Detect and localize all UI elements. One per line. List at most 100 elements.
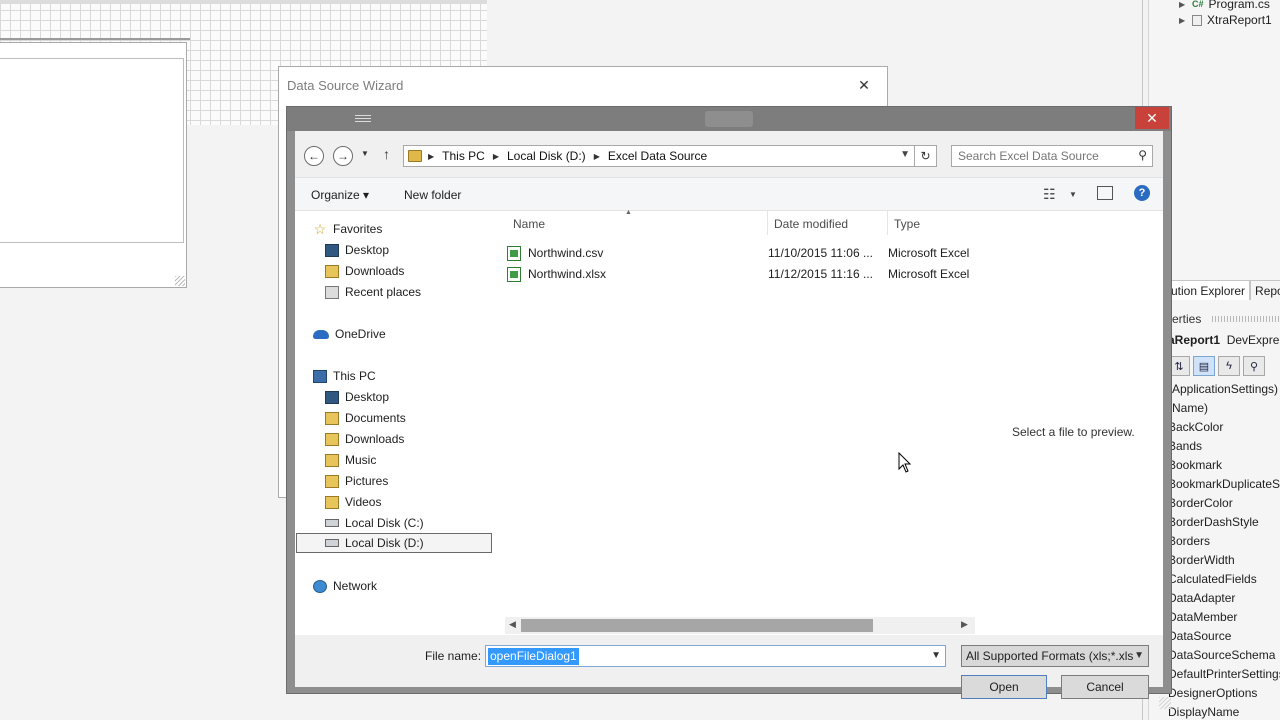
- address-dropdown-icon[interactable]: ▼: [900, 149, 910, 160]
- column-header-type[interactable]: Type: [894, 217, 920, 231]
- file-name-combobox[interactable]: openFileDialog1 ▼: [485, 645, 946, 667]
- file-row[interactable]: Northwind.csv 11/10/2015 11:06 ... Micro…: [505, 243, 975, 263]
- property-row[interactable]: BorderWidth: [1168, 551, 1280, 570]
- recent-locations-button[interactable]: ▼: [361, 149, 369, 158]
- nav-pc-downloads[interactable]: Downloads: [325, 429, 404, 449]
- file-date: 11/10/2015 11:06 ...: [768, 246, 873, 260]
- dialog-close-button[interactable]: ✕: [1135, 107, 1169, 129]
- events-icon[interactable]: ϟ: [1218, 356, 1240, 376]
- property-row[interactable]: BorderColor: [1168, 494, 1280, 513]
- nav-label: Pictures: [345, 474, 389, 488]
- preview-message: Select a file to preview.: [1012, 425, 1135, 439]
- tree-item-label: XtraReport1: [1207, 13, 1272, 27]
- nav-fav-downloads[interactable]: Downloads: [325, 261, 404, 281]
- nav-network[interactable]: Network: [313, 576, 377, 596]
- tree-item-program[interactable]: ▶ C# Program.cs: [1179, 0, 1272, 12]
- breadcrumb-this-pc[interactable]: This PC: [442, 149, 485, 163]
- column-divider[interactable]: [887, 211, 888, 235]
- property-row[interactable]: Bookmark: [1168, 456, 1280, 475]
- property-row[interactable]: BookmarkDuplicateSu: [1168, 475, 1280, 494]
- nav-pc-local-disk-c[interactable]: Local Disk (C:): [325, 513, 424, 533]
- nav-pc-music[interactable]: Music: [325, 450, 376, 470]
- column-header-date-modified[interactable]: Date modified: [774, 217, 848, 231]
- chevron-down-icon[interactable]: ▼: [931, 650, 941, 661]
- chevron-right-icon[interactable]: ▶: [428, 152, 434, 161]
- property-row[interactable]: BorderDashStyle: [1168, 513, 1280, 532]
- nav-onedrive[interactable]: OneDrive: [313, 324, 386, 344]
- nav-fav-desktop[interactable]: Desktop: [325, 240, 389, 260]
- resize-grip-icon[interactable]: [175, 276, 185, 286]
- new-folder-button[interactable]: New folder: [404, 188, 461, 202]
- property-row[interactable]: DataSource: [1168, 627, 1280, 646]
- properties-icon[interactable]: ▤: [1193, 356, 1215, 376]
- property-row[interactable]: DefaultPrinterSettings: [1168, 665, 1280, 684]
- tab-solution-explorer[interactable]: ution Explorer: [1166, 280, 1251, 300]
- file-name-input[interactable]: openFileDialog1: [488, 648, 579, 665]
- expand-arrow-icon[interactable]: ▶: [1179, 0, 1187, 9]
- back-button[interactable]: ←: [304, 146, 324, 166]
- dialog-titlebar[interactable]: ✕: [287, 107, 1171, 131]
- scrollbar-thumb[interactable]: [521, 619, 873, 632]
- file-type-select[interactable]: All Supported Formats (xls;*.xls ▼: [961, 645, 1149, 667]
- preview-pane-icon[interactable]: [1097, 186, 1113, 200]
- organize-button[interactable]: Organize ▾: [311, 188, 369, 202]
- property-row[interactable]: Borders: [1168, 532, 1280, 551]
- horizontal-scrollbar[interactable]: ◀ ▶: [505, 617, 975, 634]
- nav-fav-recent-places[interactable]: Recent places: [325, 282, 421, 302]
- resize-grip-icon[interactable]: [1159, 697, 1171, 709]
- nav-pc-local-disk-d[interactable]: Local Disk (D:): [296, 533, 492, 553]
- address-bar[interactable]: ▶ This PC ▶ Local Disk (D:) ▶ Excel Data…: [403, 145, 915, 167]
- nav-pc-desktop[interactable]: Desktop: [325, 387, 389, 407]
- nav-pc-documents[interactable]: Documents: [325, 408, 406, 428]
- scroll-right-icon[interactable]: ▶: [961, 619, 968, 630]
- property-row[interactable]: DataSourceSchema: [1168, 646, 1280, 665]
- chevron-right-icon[interactable]: ▶: [594, 152, 600, 161]
- arrow-left-icon: ←: [308, 149, 320, 163]
- cancel-button[interactable]: Cancel: [1061, 675, 1149, 699]
- property-pages-icon[interactable]: ⚲: [1243, 356, 1265, 376]
- column-divider[interactable]: [767, 211, 768, 235]
- help-icon[interactable]: ?: [1134, 185, 1150, 201]
- tab-report-explorer[interactable]: Repo: [1250, 280, 1280, 300]
- property-row[interactable]: Bands: [1168, 437, 1280, 456]
- chevron-right-icon[interactable]: ▶: [493, 152, 499, 161]
- nav-pc-videos[interactable]: Videos: [325, 492, 381, 512]
- nav-pc-pictures[interactable]: Pictures: [325, 471, 388, 491]
- search-box[interactable]: ⚲: [951, 145, 1153, 167]
- search-input[interactable]: [952, 146, 1128, 166]
- scroll-left-icon[interactable]: ◀: [509, 619, 516, 630]
- property-row[interactable]: (ApplicationSettings): [1168, 380, 1280, 399]
- chevron-down-icon[interactable]: ▼: [1134, 650, 1144, 661]
- breadcrumb-local-disk-d[interactable]: Local Disk (D:): [507, 149, 586, 163]
- breadcrumb-excel-data-source[interactable]: Excel Data Source: [608, 149, 707, 163]
- forward-button[interactable]: →: [333, 146, 353, 166]
- property-row[interactable]: DataMember: [1168, 608, 1280, 627]
- chevron-down-icon[interactable]: ▼: [1069, 190, 1077, 199]
- csharp-file-icon: C#: [1192, 0, 1204, 9]
- property-row[interactable]: CalculatedFields: [1168, 570, 1280, 589]
- wizard-close-button[interactable]: ✕: [855, 76, 873, 94]
- tree-item-report[interactable]: ▶ XtraReport1: [1179, 12, 1272, 28]
- report-detail-band[interactable]: [0, 58, 184, 243]
- view-options-icon[interactable]: ☷: [1043, 186, 1056, 203]
- nav-label: Desktop: [345, 243, 390, 257]
- search-icon[interactable]: ⚲: [1138, 148, 1147, 162]
- recent-places-icon: [325, 285, 339, 299]
- nav-label: Downloads: [345, 432, 405, 446]
- properties-object-selector[interactable]: aReport1 DevExpre: [1168, 333, 1280, 349]
- nav-label: Local Disk (C:): [345, 516, 424, 530]
- property-row[interactable]: DisplayName: [1168, 703, 1280, 720]
- nav-this-pc[interactable]: This PC: [313, 366, 376, 386]
- up-button[interactable]: ↑: [383, 146, 390, 162]
- property-row[interactable]: (Name): [1168, 399, 1280, 418]
- column-header-name[interactable]: Name: [513, 217, 545, 231]
- nav-favorites[interactable]: ☆ Favorites: [313, 219, 383, 239]
- expand-arrow-icon[interactable]: ▶: [1179, 16, 1187, 25]
- open-file-dialog: ✕ ← → ▼ ↑ ▶ This PC ▶ Local Disk (D:) ▶ …: [286, 106, 1172, 709]
- refresh-button[interactable]: ↻: [915, 145, 937, 167]
- property-row[interactable]: DataAdapter: [1168, 589, 1280, 608]
- open-button[interactable]: Open: [961, 675, 1047, 699]
- property-row[interactable]: DesignerOptions: [1168, 684, 1280, 703]
- property-row[interactable]: BackColor: [1168, 418, 1280, 437]
- file-row[interactable]: Northwind.xlsx 11/12/2015 11:16 ... Micr…: [505, 264, 975, 284]
